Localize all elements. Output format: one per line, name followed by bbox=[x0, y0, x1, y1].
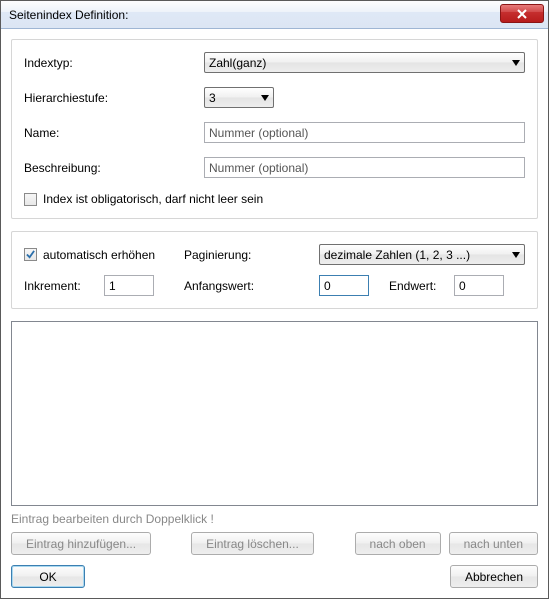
auto-label: automatisch erhöhen bbox=[43, 248, 155, 262]
name-input[interactable]: Nummer (optional) bbox=[204, 122, 525, 143]
move-up-button[interactable]: nach oben bbox=[355, 532, 441, 555]
hierarchie-select[interactable]: 3 bbox=[204, 87, 274, 108]
inkrement-value: 1 bbox=[109, 279, 116, 293]
anfangswert-label: Anfangswert: bbox=[184, 279, 319, 293]
cancel-button[interactable]: Abbrechen bbox=[450, 565, 538, 588]
anfangswert-value: 0 bbox=[324, 279, 331, 293]
move-down-button[interactable]: nach unten bbox=[449, 532, 538, 555]
indextyp-value: Zahl(ganz) bbox=[209, 56, 266, 70]
paginierung-label: Paginierung: bbox=[184, 248, 319, 262]
footer-row: OK Abbrechen bbox=[11, 565, 538, 588]
ok-button[interactable]: OK bbox=[11, 565, 85, 588]
check-icon bbox=[26, 250, 35, 259]
indextyp-label: Indextyp: bbox=[24, 56, 204, 70]
dialog-window: Seitenindex Definition: Indextyp: Zahl(g… bbox=[0, 0, 549, 599]
hierarchie-value: 3 bbox=[209, 91, 216, 105]
anfangswert-input[interactable]: 0 bbox=[319, 275, 369, 296]
obligatorisch-label: Index ist obligatorisch, darf nicht leer… bbox=[43, 192, 263, 206]
client-area: Indextyp: Zahl(ganz) Hierarchiestufe: 3 bbox=[1, 29, 548, 598]
beschreibung-input[interactable]: Nummer (optional) bbox=[204, 157, 525, 178]
list-hint: Eintrag bearbeiten durch Doppelklick ! bbox=[11, 512, 538, 526]
obligatorisch-checkbox[interactable] bbox=[24, 193, 37, 206]
close-icon bbox=[517, 9, 527, 19]
auto-checkbox[interactable] bbox=[24, 248, 37, 261]
endwert-value: 0 bbox=[459, 279, 466, 293]
add-entry-button[interactable]: Eintrag hinzufügen... bbox=[11, 532, 151, 555]
window-title: Seitenindex Definition: bbox=[1, 8, 128, 22]
paginierung-select[interactable]: dezimale Zahlen (1, 2, 3 ...) bbox=[319, 244, 525, 265]
indextyp-select[interactable]: Zahl(ganz) bbox=[204, 52, 525, 73]
chevron-down-icon bbox=[512, 60, 520, 66]
endwert-label: Endwert: bbox=[379, 279, 444, 293]
beschreibung-label: Beschreibung: bbox=[24, 161, 204, 175]
list-button-row: Eintrag hinzufügen... Eintrag löschen...… bbox=[11, 532, 538, 555]
paginierung-value: dezimale Zahlen (1, 2, 3 ...) bbox=[324, 248, 470, 262]
inkrement-input[interactable]: 1 bbox=[104, 275, 154, 296]
name-placeholder: Nummer (optional) bbox=[209, 126, 308, 140]
chevron-down-icon bbox=[512, 252, 520, 258]
hierarchie-label: Hierarchiestufe: bbox=[24, 91, 204, 105]
name-label: Name: bbox=[24, 126, 204, 140]
group-auto: automatisch erhöhen Paginierung: dezimal… bbox=[11, 231, 538, 309]
group-definition: Indextyp: Zahl(ganz) Hierarchiestufe: 3 bbox=[11, 39, 538, 219]
endwert-input[interactable]: 0 bbox=[454, 275, 504, 296]
entries-listbox[interactable] bbox=[11, 321, 538, 506]
inkrement-label: Inkrement: bbox=[24, 279, 94, 293]
close-button[interactable] bbox=[500, 4, 544, 23]
titlebar: Seitenindex Definition: bbox=[1, 1, 548, 29]
beschreibung-placeholder: Nummer (optional) bbox=[209, 161, 308, 175]
chevron-down-icon bbox=[261, 95, 269, 101]
delete-entry-button[interactable]: Eintrag löschen... bbox=[191, 532, 314, 555]
